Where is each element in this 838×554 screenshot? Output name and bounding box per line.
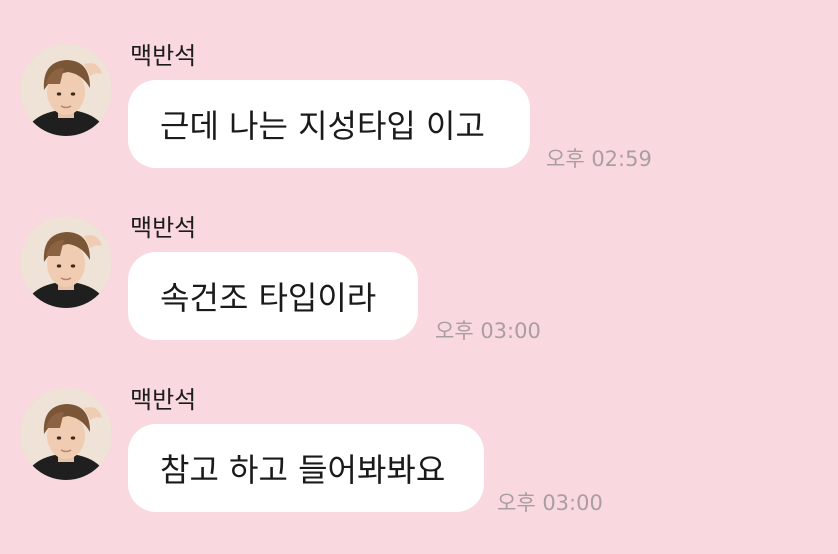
avatar[interactable] [20, 44, 112, 136]
message-text: 참고 하고 들어봐봐요 [160, 451, 446, 489]
message-row: 맥반석 속건조 타입이라 오후 03:00 [0, 212, 838, 382]
message-bubble[interactable]: 속건조 타입이라 [128, 252, 418, 340]
message-timestamp: 오후 03:00 [497, 491, 603, 515]
sender-name: 맥반석 [130, 42, 197, 70]
profile-photo-icon [20, 44, 112, 136]
message-row: 맥반석 참고 하고 들어봐봐요 오후 03:00 [0, 384, 838, 554]
message-bubble[interactable]: 참고 하고 들어봐봐요 [128, 424, 484, 512]
message-row: 맥반석 근데 나는 지성타입 이고 오후 02:59 [0, 40, 838, 210]
avatar[interactable] [20, 216, 112, 308]
message-timestamp: 오후 03:00 [435, 319, 541, 343]
message-text: 속건조 타입이라 [160, 279, 377, 317]
profile-photo-icon [20, 388, 112, 480]
sender-name: 맥반석 [130, 214, 197, 242]
profile-photo-icon [20, 216, 112, 308]
message-text: 근데 나는 지성타입 이고 [160, 107, 485, 145]
avatar[interactable] [20, 388, 112, 480]
sender-name: 맥반석 [130, 386, 197, 414]
message-bubble[interactable]: 근데 나는 지성타입 이고 [128, 80, 530, 168]
message-timestamp: 오후 02:59 [546, 147, 652, 171]
